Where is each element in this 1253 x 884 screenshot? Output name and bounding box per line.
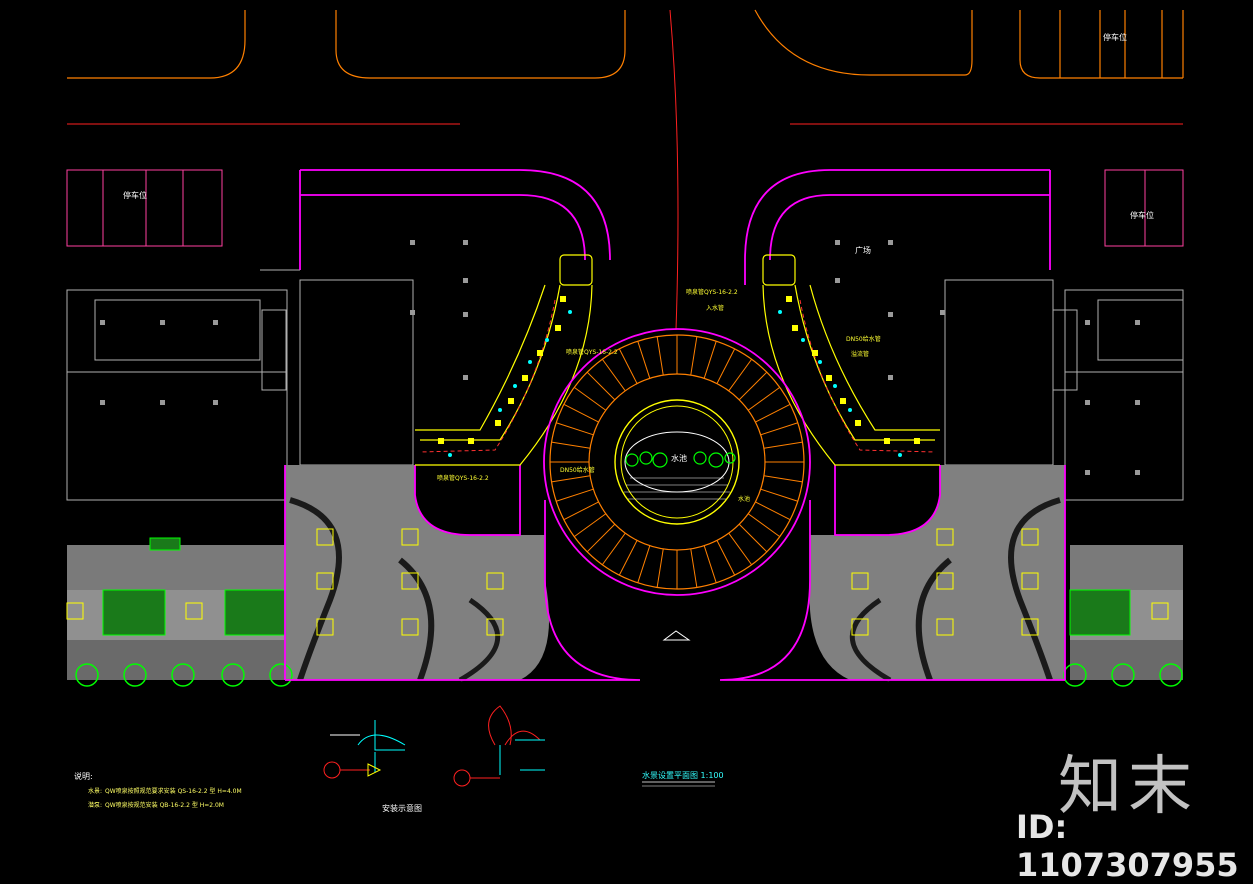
parking-label-left: 停车位 xyxy=(123,191,147,200)
watermark-id: ID: 1107307955 xyxy=(1016,808,1239,884)
callout-2: 入水管 xyxy=(706,305,725,312)
callout-3: DN50给水管 xyxy=(846,336,881,343)
notes-line1-prefix: 水景: xyxy=(88,788,103,795)
callout-7: 喷泉管QYS-16-2.2 xyxy=(437,475,489,482)
notes-line1: QW喷泉按照规范要求安装 QS-16-2.2 型 H=4.0M xyxy=(105,788,242,795)
notes-line2: QW喷泉按规范安装 QB-16-2.2 型 H=2.0M xyxy=(105,802,224,809)
notes-heading: 说明: xyxy=(74,772,93,781)
drawing-title: 水景设置平面图 1:100 xyxy=(642,771,724,780)
callout-6: DN50给水管 xyxy=(560,467,595,474)
callout-8: 水池 xyxy=(738,496,751,503)
pool-label: 水池 xyxy=(671,454,687,463)
callout-5: 喷泉管QYS-16-2.2 xyxy=(566,349,618,356)
plaza-label: 广场 xyxy=(855,246,871,255)
section-title: 安装示意图 xyxy=(382,804,422,813)
parking-label-top: 停车位 xyxy=(1103,33,1127,42)
callout-1: 喷泉管QYS-16-2.2 xyxy=(686,289,738,296)
notes-line2-prefix: 潜泵: xyxy=(88,802,103,809)
parking-label-right: 停车位 xyxy=(1130,211,1154,220)
callout-4: 溢流管 xyxy=(851,351,870,358)
